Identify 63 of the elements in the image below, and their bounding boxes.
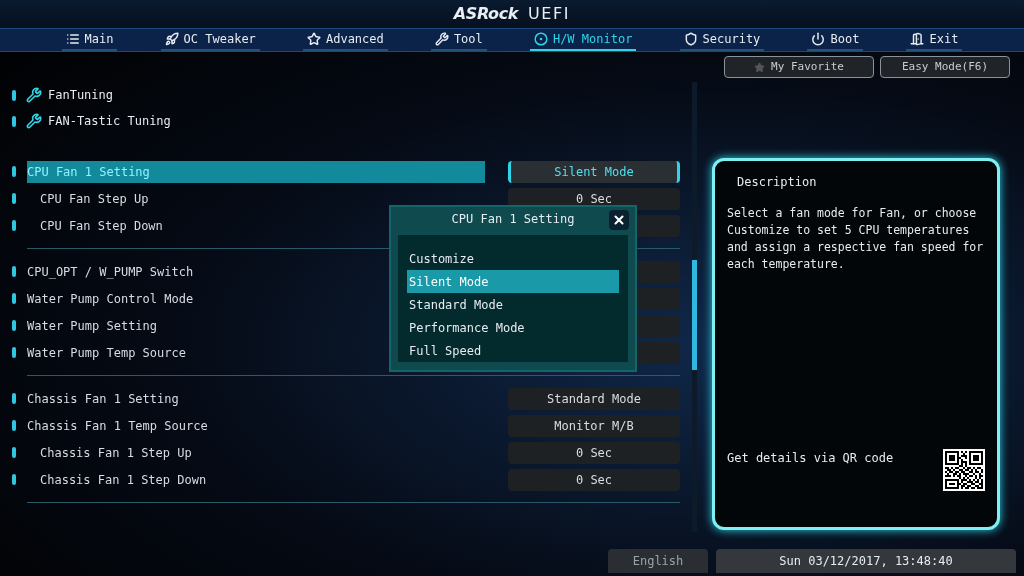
nav-tab[interactable]: Security (679, 29, 765, 51)
bullet-icon (12, 447, 16, 458)
tool-link[interactable]: FanTuning (48, 86, 114, 104)
nav-tab[interactable]: Main (61, 29, 118, 51)
value-field[interactable]: Monitor M/B (508, 414, 680, 437)
bullet-icon (12, 293, 16, 304)
bullet-icon (12, 266, 16, 277)
bullet-icon (12, 115, 16, 127)
close-button[interactable] (609, 210, 629, 230)
star-icon (306, 32, 321, 46)
bullet-icon (12, 166, 16, 177)
mode-button[interactable]: Easy Mode(F6) (880, 56, 1010, 78)
popup-title: CPU Fan 1 Setting (451, 210, 575, 228)
bullet-icon (12, 220, 16, 231)
bullet-icon (12, 474, 16, 485)
value-field[interactable]: 0 Sec (508, 441, 680, 464)
rocket-icon (164, 32, 179, 46)
bullet-icon (12, 193, 16, 204)
ring-icon (533, 32, 548, 46)
option-item[interactable]: Performance Mode (407, 316, 619, 339)
nav-tab[interactable]: Tool (430, 29, 487, 51)
bullet-icon (12, 347, 16, 358)
wrench-icon (26, 87, 42, 103)
nav-tab[interactable]: H/W Monitor (529, 29, 637, 51)
brand-logo: ASRock (453, 3, 518, 25)
bullet-icon (12, 393, 16, 404)
setting-label[interactable]: Chassis Fan 1 Temp Source (27, 414, 485, 437)
value-field[interactable]: Silent Mode (508, 160, 680, 183)
door-icon (910, 32, 925, 46)
qr-code-icon (943, 449, 985, 491)
wrench-icon (434, 32, 449, 46)
scrollbar-track[interactable] (692, 82, 697, 532)
shield-icon (683, 32, 698, 46)
description-title: Description (736, 174, 818, 191)
description-text: Select a fan mode for Fan, or choose Customize to set 5 CPU temperatures and assign a respective fan speed for each temperature. (727, 205, 985, 273)
setting-label[interactable]: Chassis Fan 1 Step Up (27, 441, 485, 464)
favorite-button[interactable]: My Favorite (724, 56, 874, 78)
setting-label[interactable]: Chassis Fan 1 Setting (27, 387, 485, 410)
bullet-icon (12, 320, 16, 331)
setting-label[interactable]: CPU Fan Step Up (27, 187, 485, 210)
header-title: UEFI (528, 3, 571, 25)
star-icon (754, 61, 766, 73)
wrench-icon (26, 113, 42, 129)
list-icon (65, 32, 80, 46)
nav-tab[interactable]: Exit (906, 29, 963, 51)
language-button[interactable]: English (608, 549, 708, 573)
value-field[interactable]: Standard Mode (508, 387, 680, 410)
option-item[interactable]: Standard Mode (407, 293, 619, 316)
nav-tab[interactable]: Boot (807, 29, 864, 51)
power-icon (811, 32, 826, 46)
bullet-icon (12, 420, 16, 431)
setting-label[interactable]: Chassis Fan 1 Step Down (27, 468, 485, 491)
scrollbar-thumb[interactable] (692, 260, 697, 370)
nav-tab[interactable]: OC Tweaker (160, 29, 260, 51)
qr-caption: Get details via QR code (727, 450, 894, 467)
close-icon (612, 213, 626, 227)
tool-link[interactable]: FAN-Tastic Tuning (48, 112, 171, 130)
bullet-icon (12, 89, 16, 101)
date-time: Sun 03/12/2017, 13:48:40 (716, 549, 1016, 573)
option-item[interactable]: Full Speed (407, 339, 619, 362)
nav-tab[interactable]: Advanced (302, 29, 388, 51)
value-field[interactable]: 0 Sec (508, 468, 680, 491)
option-item[interactable]: Customize (407, 247, 619, 270)
